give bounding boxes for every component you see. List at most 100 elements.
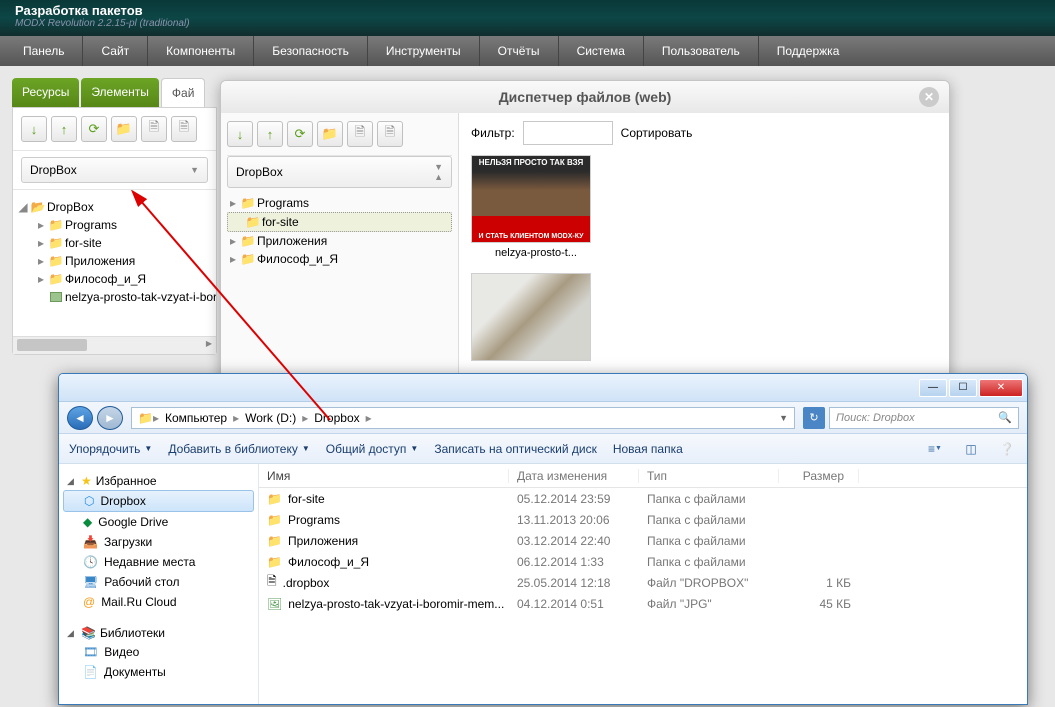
minimize-button[interactable]: —: [919, 379, 947, 397]
sidebar-item-gdrive[interactable]: ◆Google Drive: [63, 512, 254, 532]
tree-item-forsite[interactable]: 📁for-site: [227, 212, 452, 232]
file-manager-dialog: Диспетчер файлов (web) ✕ ↓ ↑ ⟳ 📁 🗎 🗎 Dro…: [220, 80, 950, 380]
view-options-button[interactable]: ≡▼: [925, 440, 945, 458]
page-title: Разработка пакетов: [15, 3, 1040, 18]
new-file-button[interactable]: 🗎: [141, 116, 167, 142]
modal-source-select[interactable]: DropBox ▼▲: [227, 156, 452, 188]
sidebar-item-dropbox[interactable]: ⬡Dropbox: [63, 490, 254, 512]
sidebar-item-mailru[interactable]: @Mail.Ru Cloud: [63, 592, 254, 612]
source-select[interactable]: DropBox ▼: [21, 157, 208, 183]
chevron-down-icon: ▼: [302, 444, 310, 453]
tree-item-apps[interactable]: ▸📁Приложения: [227, 232, 452, 250]
col-type[interactable]: Тип: [639, 469, 779, 483]
library-icon: 📚: [81, 626, 96, 640]
breadcrumb-seg-dropbox[interactable]: Dropbox: [308, 411, 365, 425]
back-button[interactable]: ◄: [67, 406, 93, 430]
search-icon: 🔍: [998, 411, 1012, 424]
tree-item-programs[interactable]: ▸📁Programs: [227, 194, 452, 212]
thumbnail-item[interactable]: nelzya-prosto-t...: [471, 155, 601, 259]
menu-security[interactable]: Безопасность: [254, 36, 368, 66]
file-row[interactable]: 🖼nelzya-prosto-tak-vzyat-i-boromir-mem..…: [259, 593, 1027, 614]
upload-button[interactable]: 🗎: [377, 121, 403, 147]
tree-item-phil[interactable]: ▸📁Философ_и_Я: [227, 250, 452, 268]
close-button[interactable]: ✕: [919, 87, 939, 107]
menu-support[interactable]: Поддержка: [759, 36, 858, 66]
col-name[interactable]: Имя: [259, 469, 509, 483]
menu-user[interactable]: Пользователь: [644, 36, 759, 66]
tree-item-forsite[interactable]: ▸📁for-site: [35, 234, 212, 252]
upload-button[interactable]: 🗎: [171, 116, 197, 142]
breadcrumb[interactable]: 📁 ▸ Компьютер ▸ Work (D:) ▸ Dropbox ▸ ▼: [131, 407, 795, 429]
folder-icon: 📁: [267, 492, 282, 506]
file-row[interactable]: 📁Programs13.11.2013 20:06Папка с файлами: [259, 509, 1027, 530]
chevron-down-icon[interactable]: ▼: [779, 413, 788, 423]
titlebar[interactable]: — ☐ ✕: [59, 374, 1027, 402]
burn-button[interactable]: Записать на оптический диск: [434, 442, 597, 456]
tree-item-apps[interactable]: ▸📁Приложения: [35, 252, 212, 270]
file-type: Файл "DROPBOX": [639, 576, 779, 590]
favorites-group[interactable]: ◢★Избранное: [63, 472, 254, 490]
file-row[interactable]: 📁Философ_и_Я06.12.2014 1:33Папка с файла…: [259, 551, 1027, 572]
refresh-icon: ↻: [809, 411, 818, 424]
preview-pane-button[interactable]: ◫: [961, 440, 981, 458]
left-tree: ◢ 📂 DropBox ▸📁Programs ▸📁for-site ▸📁Прил…: [13, 190, 216, 336]
folder-icon: 📁: [267, 513, 282, 527]
refresh-button[interactable]: ⟳: [287, 121, 313, 147]
forward-button[interactable]: ►: [97, 406, 123, 430]
expand-button[interactable]: ↑: [257, 121, 283, 147]
tree-root[interactable]: ◢ 📂 DropBox: [17, 198, 212, 216]
file-row[interactable]: 🗎.dropbox25.05.2014 12:18Файл "DROPBOX"1…: [259, 572, 1027, 593]
breadcrumb-seg-computer[interactable]: Компьютер: [159, 411, 233, 425]
organize-button[interactable]: Упорядочить▼: [69, 442, 152, 456]
tree-item-programs[interactable]: ▸📁Programs: [35, 216, 212, 234]
nav-bar: ◄ ► 📁 ▸ Компьютер ▸ Work (D:) ▸ Dropbox …: [59, 402, 1027, 434]
expand-icon: ▸: [227, 234, 239, 248]
tree-item-phil[interactable]: ▸📁Философ_и_Я: [35, 270, 212, 288]
expand-icon: ▸: [35, 218, 47, 232]
menu-reports[interactable]: Отчёты: [480, 36, 559, 66]
source-select-value: DropBox: [30, 163, 77, 177]
refresh-button[interactable]: ⟳: [81, 116, 107, 142]
menu-panel[interactable]: Панель: [5, 36, 83, 66]
menu-tools[interactable]: Инструменты: [368, 36, 480, 66]
help-button[interactable]: ❔: [997, 440, 1017, 458]
tab-resources[interactable]: Ресурсы: [12, 78, 79, 107]
thumbnail-image: [471, 273, 591, 361]
file-row[interactable]: 📁Приложения03.12.2014 22:40Папка с файла…: [259, 530, 1027, 551]
horizontal-scrollbar[interactable]: [13, 336, 216, 354]
tab-elements[interactable]: Элементы: [81, 78, 159, 107]
filter-input[interactable]: [523, 121, 613, 145]
thumbnail-item[interactable]: [471, 273, 601, 361]
sidebar-item-downloads[interactable]: 📥Загрузки: [63, 532, 254, 552]
new-folder-button[interactable]: 📁: [317, 121, 343, 147]
maximize-button[interactable]: ☐: [949, 379, 977, 397]
left-toolbar: ↓ ↑ ⟳ 📁 🗎 🗎: [13, 108, 216, 151]
menu-components[interactable]: Компоненты: [148, 36, 254, 66]
share-button[interactable]: Общий доступ▼: [326, 442, 419, 456]
sidebar-item-recent[interactable]: 🕓Недавние места: [63, 552, 254, 572]
new-folder-button[interactable]: 📁: [111, 116, 137, 142]
close-button[interactable]: ✕: [979, 379, 1023, 397]
libraries-group[interactable]: ◢📚Библиотеки: [63, 624, 254, 642]
sidebar-item-video[interactable]: 🎞Видео: [63, 642, 254, 662]
collapse-button[interactable]: ↓: [21, 116, 47, 142]
collapse-button[interactable]: ↓: [227, 121, 253, 147]
expand-button[interactable]: ↑: [51, 116, 77, 142]
sidebar-item-documents[interactable]: 📄Документы: [63, 662, 254, 682]
chevron-down-icon: ▼▲: [434, 162, 443, 182]
tab-files[interactable]: Фай: [161, 78, 206, 107]
search-input[interactable]: Поиск: Dropbox 🔍: [829, 407, 1019, 429]
sidebar-item-desktop[interactable]: 🖥Рабочий стол: [63, 572, 254, 592]
col-size[interactable]: Размер: [779, 469, 859, 483]
new-file-button[interactable]: 🗎: [347, 121, 373, 147]
new-folder-button[interactable]: Новая папка: [613, 442, 683, 456]
file-row[interactable]: 📁for-site05.12.2014 23:59Папка с файлами: [259, 488, 1027, 509]
menu-site[interactable]: Сайт: [83, 36, 148, 66]
breadcrumb-seg-work[interactable]: Work (D:): [239, 411, 302, 425]
col-date[interactable]: Дата изменения: [509, 469, 639, 483]
modal-tree: ▸📁Programs 📁for-site ▸📁Приложения ▸📁Фило…: [227, 188, 452, 274]
add-to-library-button[interactable]: Добавить в библиотеку▼: [168, 442, 309, 456]
tree-item-file[interactable]: nelzya-prosto-tak-vzyat-i-bor: [35, 288, 212, 306]
menu-system[interactable]: Система: [559, 36, 644, 66]
refresh-button[interactable]: ↻: [803, 407, 825, 429]
